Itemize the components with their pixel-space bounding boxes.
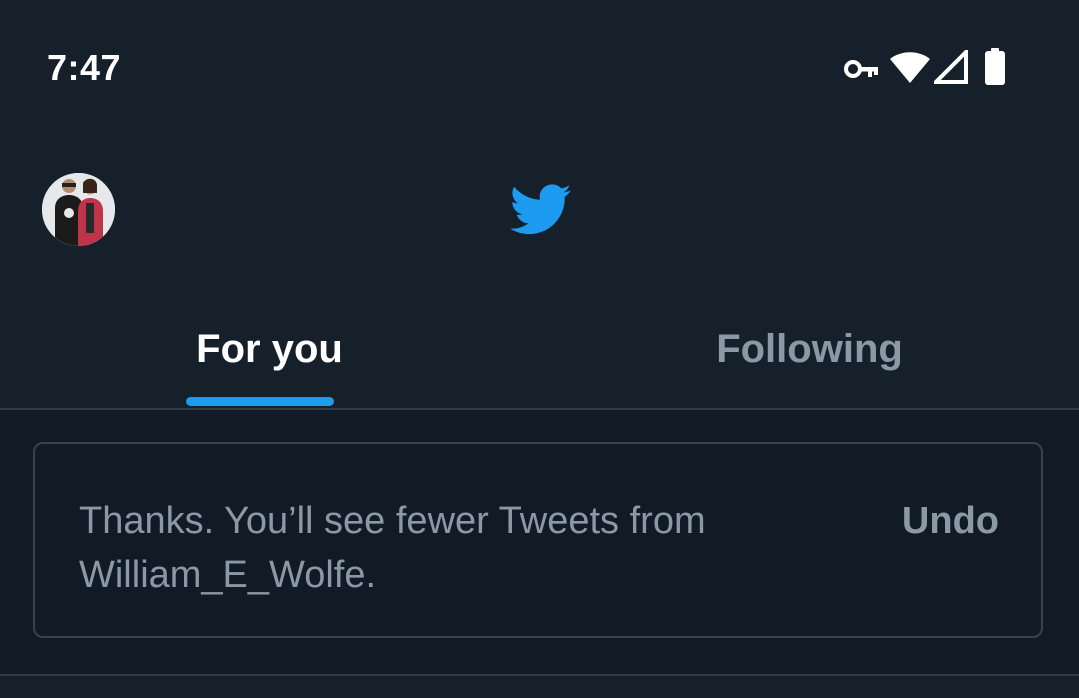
top-app-bar [0,136,1079,286]
timeline-tabs: For you Following [0,296,1079,410]
cellular-signal-icon [934,50,968,84]
vpn-key-icon [844,60,878,78]
status-icons [840,48,1020,88]
notice-text: Thanks. You’ll see fewer Tweets from Wil… [79,500,706,596]
fewer-tweets-notice: Thanks. You’ll see fewer Tweets from Wil… [33,442,1043,638]
tab-following[interactable]: Following [540,296,1079,408]
twitter-bird-icon [510,184,571,235]
undo-button[interactable]: Undo [902,498,999,544]
profile-avatar[interactable] [42,173,115,246]
twitter-home-screen: 7:47 For you Following Thanks. You’ll se… [0,0,1079,698]
status-time: 7:47 [47,47,122,88]
feed-area: Thanks. You’ll see fewer Tweets from Wil… [0,410,1079,674]
tab-for-you[interactable]: For you [0,296,539,408]
avatar-image [42,173,115,246]
tab-selected-indicator [186,397,334,406]
next-feed-item [0,676,1079,698]
battery-icon [985,48,1005,85]
wifi-icon [890,52,930,83]
tab-following-label: Following [716,327,903,371]
status-bar: 7:47 [0,0,1079,136]
tab-for-you-label: For you [196,327,343,371]
